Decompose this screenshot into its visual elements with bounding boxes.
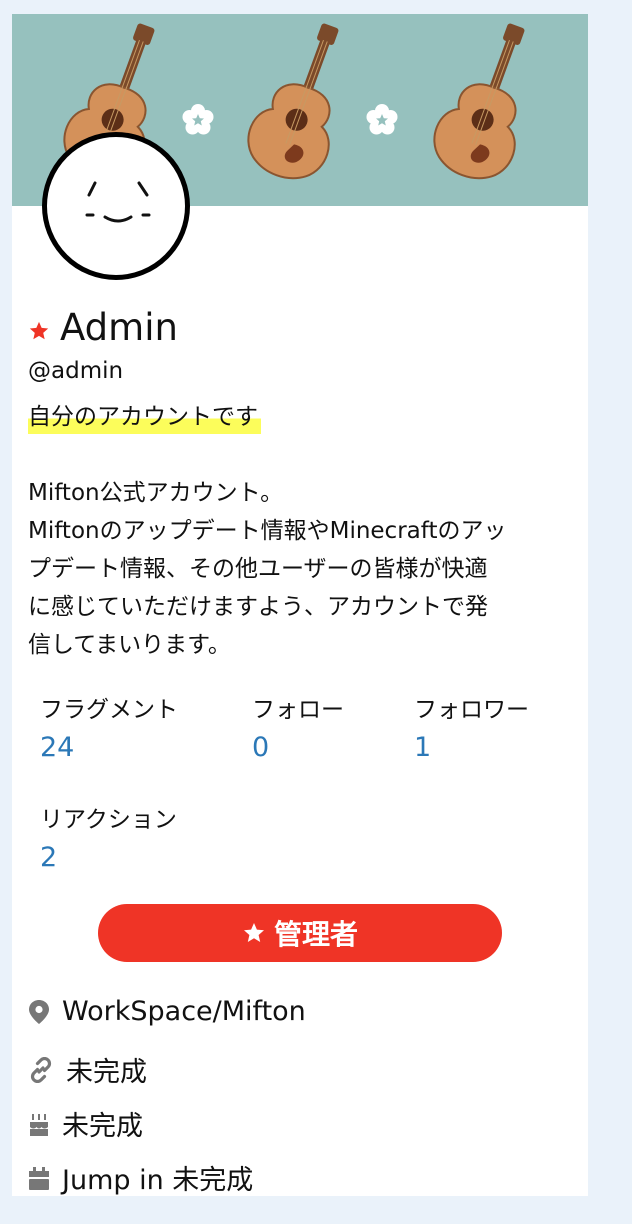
display-name: Admin	[60, 305, 178, 349]
stat-followers-value: 1	[414, 732, 432, 763]
profile-card: Admin @admin 自分のアカウントです Mifton公式アカウント。 M…	[12, 14, 588, 1196]
bio-line: 信してまいります。	[28, 632, 231, 658]
info-website: 未完成	[28, 1050, 147, 1089]
stat-reactions-value: 2	[40, 842, 58, 873]
star-icon	[243, 923, 264, 942]
profile-bio: Mifton公式アカウント。 Miftonのアップデート情報やMinecraft…	[28, 474, 576, 664]
info-location: WorkSpace/Mifton	[28, 996, 306, 1027]
map-pin-icon	[29, 999, 49, 1024]
calendar-icon	[29, 1166, 49, 1190]
website-text[interactable]: 未完成	[66, 1050, 147, 1089]
cake-icon	[30, 1113, 48, 1136]
location-text: WorkSpace/Mifton	[62, 996, 306, 1027]
admin-role-badge: 管理者	[98, 904, 502, 962]
star-icon	[29, 321, 49, 340]
info-joined: Jump in 未完成	[28, 1158, 253, 1197]
role-badge-label: 管理者	[273, 918, 358, 951]
avatar[interactable]	[42, 132, 190, 280]
birthday-text: 未完成	[62, 1111, 143, 1142]
stat-followers[interactable]: フォロワー 1	[414, 690, 529, 763]
profile-note: 自分のアカウントです	[28, 400, 261, 434]
stat-fragments-label: フラグメント	[40, 697, 178, 723]
info-birthday: 未完成	[28, 1104, 143, 1143]
stat-reactions-label: リアクション	[40, 807, 177, 833]
display-name-row: Admin	[28, 304, 178, 350]
stat-fragments[interactable]: フラグメント 24	[40, 690, 178, 763]
bio-line: Mifton公式アカウント。	[28, 480, 284, 506]
bio-line: Miftonのアップデート情報やMinecraftのアッ	[28, 518, 507, 544]
stat-followers-label: フォロワー	[414, 697, 529, 723]
stat-following-value: 0	[252, 732, 270, 763]
joined-text: Jump in 未完成	[62, 1165, 254, 1196]
link-icon	[30, 1056, 52, 1083]
bio-line: に感じていただけますよう、アカウントで発	[28, 594, 488, 620]
stat-reactions[interactable]: リアクション 2	[40, 800, 177, 873]
stat-fragments-value: 24	[40, 732, 75, 763]
stat-following[interactable]: フォロー 0	[252, 690, 344, 763]
user-handle: @admin	[28, 358, 124, 384]
bio-line: プデート情報、その他ユーザーの皆様が快適	[28, 556, 488, 582]
stat-following-label: フォロー	[252, 697, 344, 723]
